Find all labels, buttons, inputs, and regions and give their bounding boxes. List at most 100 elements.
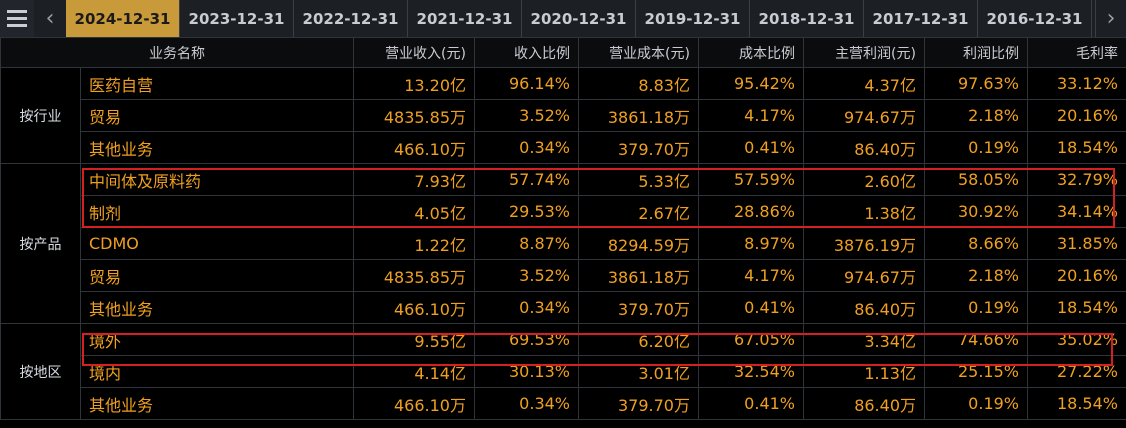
profit-ratio-cell: 97.63% <box>924 67 1028 100</box>
revenue-cell: 4835.85万 <box>353 259 475 292</box>
revenue-cell: 4.05亿 <box>353 195 475 228</box>
profit-cell: 974.67万 <box>803 259 925 292</box>
cost-ratio-cell: 32.54% <box>698 355 804 388</box>
revenue-ratio-cell: 3.52% <box>474 99 579 132</box>
cost-ratio-cell: 0.41% <box>698 291 804 324</box>
table-row[interactable]: 贸易 4835.85万 3.52% 3861.18万 4.17% 974.67万 2.18%… <box>1 99 1126 132</box>
business-name-cell: 制剂 <box>80 195 354 228</box>
chevron-right-icon[interactable]: › <box>1095 0 1126 37</box>
header-name[interactable]: 业务名称 <box>0 37 354 68</box>
profit-ratio-cell: 0.19% <box>924 291 1028 324</box>
revenue-ratio-cell: 30.13% <box>474 355 579 388</box>
cost-ratio-cell: 4.17% <box>698 259 804 292</box>
table-row[interactable]: 其他业务 466.10万 0.34% 379.70万 0.41% 86.40万 0.19% 1… <box>1 291 1126 324</box>
profit-ratio-cell: 74.66% <box>924 323 1028 356</box>
cost-ratio-cell: 95.42% <box>698 67 804 100</box>
profit-cell: 86.40万 <box>803 131 925 164</box>
business-name-cell: 中间体及原料药 <box>80 163 354 196</box>
cost-cell: 379.70万 <box>578 131 699 164</box>
header-revenue-ratio[interactable]: 收入比例 <box>474 37 579 68</box>
profit-cell: 2.60亿 <box>803 163 925 196</box>
cost-cell: 6.20亿 <box>578 323 699 356</box>
cost-ratio-cell: 8.97% <box>698 227 804 260</box>
chevron-left-icon[interactable]: ‹ <box>34 0 67 37</box>
gross-margin-cell: 33.12% <box>1027 67 1126 100</box>
tab-period[interactable]: 2017-12-31 <box>864 0 978 37</box>
table-row[interactable]: 制剂 4.05亿 29.53% 2.67亿 28.86% 1.38亿 30.92% 34.14… <box>1 195 1126 228</box>
table-row[interactable]: 按地区 境外 9.55亿 69.53% 6.20亿 67.05% 3.34亿 74.66% 35… <box>0 323 1126 420</box>
business-composition-table: 业务名称 营业收入(元) 收入比例 营业成本(元) 成本比例 主营利润(元) 利… <box>0 37 1126 420</box>
revenue-cell: 4835.85万 <box>353 99 475 132</box>
revenue-ratio-cell: 0.34% <box>474 131 579 164</box>
profit-cell: 4.37亿 <box>803 67 925 100</box>
cost-cell: 3.01亿 <box>578 355 699 388</box>
business-name-cell: CDMO <box>80 227 354 260</box>
period-tab-bar: ‹ 2024-12-31 2023-12-31 2022-12-31 2021-12-… <box>0 0 1126 38</box>
cost-ratio-cell: 4.17% <box>698 99 804 132</box>
cost-cell: 3861.18万 <box>578 99 699 132</box>
profit-cell: 86.40万 <box>803 291 925 324</box>
revenue-ratio-cell: 0.34% <box>474 291 579 324</box>
header-profit[interactable]: 主营利润(元) <box>803 37 925 68</box>
business-name-cell: 医药自营 <box>80 67 354 100</box>
profit-ratio-cell: 2.18% <box>924 99 1028 132</box>
tab-period[interactable]: 2019-12-31 <box>636 0 750 37</box>
cost-ratio-cell: 28.86% <box>698 195 804 228</box>
gross-margin-cell: 18.54% <box>1027 131 1126 164</box>
revenue-ratio-cell: 57.74% <box>474 163 579 196</box>
business-name-cell: 贸易 <box>80 259 354 292</box>
header-cost[interactable]: 营业成本(元) <box>578 37 699 68</box>
table-row[interactable]: 其他业务 466.10万 0.34% 379.70万 0.41% 86.40万 0.19% 1… <box>1 131 1126 164</box>
tab-period[interactable]: 2016-12-31 <box>978 0 1092 37</box>
cost-ratio-cell: 57.59% <box>698 163 804 196</box>
tab-period[interactable]: 2023-12-31 <box>180 0 294 37</box>
revenue-cell: 7.93亿 <box>353 163 475 196</box>
business-name-cell: 其他业务 <box>80 291 354 324</box>
business-name-cell: 境内 <box>80 355 354 388</box>
tab-period[interactable]: 2020-12-31 <box>522 0 636 37</box>
revenue-cell: 4.14亿 <box>353 355 475 388</box>
gross-margin-cell: 34.14% <box>1027 195 1126 228</box>
profit-cell: 3.34亿 <box>803 323 925 356</box>
revenue-cell: 466.10万 <box>353 291 475 324</box>
profit-ratio-cell: 0.19% <box>924 387 1028 420</box>
table-row[interactable]: 境内 4.14亿 30.13% 3.01亿 32.54% 1.13亿 25.15% 27.22… <box>1 355 1126 388</box>
profit-ratio-cell: 2.18% <box>924 259 1028 292</box>
cost-ratio-cell: 0.41% <box>698 131 804 164</box>
period-tabs: 2024-12-31 2023-12-31 2022-12-31 2021-12-31… <box>66 0 1092 37</box>
revenue-ratio-cell: 3.52% <box>474 259 579 292</box>
business-name-cell: 贸易 <box>80 99 354 132</box>
tab-period[interactable]: 2018-12-31 <box>750 0 864 37</box>
table-row[interactable]: 按行业 医药自营 13.20亿 96.14% 8.83亿 95.42% 4.37亿 97.63… <box>0 67 1126 164</box>
cost-ratio-cell: 0.41% <box>698 387 804 420</box>
header-gross-margin[interactable]: 毛利率 <box>1027 37 1126 68</box>
gross-margin-cell: 27.22% <box>1027 355 1126 388</box>
revenue-cell: 466.10万 <box>353 131 475 164</box>
profit-cell: 86.40万 <box>803 387 925 420</box>
group-label-product: 按产品 <box>0 163 81 324</box>
header-revenue[interactable]: 营业收入(元) <box>353 37 475 68</box>
revenue-ratio-cell: 69.53% <box>474 323 579 356</box>
table-row[interactable]: 其他业务 466.10万 0.34% 379.70万 0.41% 86.40万 0.19% 1… <box>1 387 1126 420</box>
menu-icon[interactable] <box>0 0 35 37</box>
tab-period[interactable]: 2021-12-31 <box>408 0 522 37</box>
tab-period[interactable]: 2022-12-31 <box>294 0 408 37</box>
gross-margin-cell: 18.54% <box>1027 291 1126 324</box>
business-name-cell: 其他业务 <box>80 387 354 420</box>
header-profit-ratio[interactable]: 利润比例 <box>924 37 1028 68</box>
header-cost-ratio[interactable]: 成本比例 <box>698 37 804 68</box>
cost-cell: 379.70万 <box>578 387 699 420</box>
table-row[interactable]: 按产品 中间体及原料药 7.93亿 57.74% 5.33亿 57.59% 2.60亿 58.… <box>0 163 1126 324</box>
gross-margin-cell: 35.02% <box>1027 323 1126 356</box>
profit-ratio-cell: 0.19% <box>924 131 1028 164</box>
revenue-ratio-cell: 96.14% <box>474 67 579 100</box>
table-row[interactable]: 贸易 4835.85万 3.52% 3861.18万 4.17% 974.67万 2.18%… <box>1 259 1126 292</box>
table-row[interactable]: CDMO 1.22亿 8.87% 8294.59万 8.97% 3876.19万 8.66%… <box>1 227 1126 260</box>
tab-period[interactable]: 2024-12-31 <box>66 0 180 37</box>
profit-ratio-cell: 25.15% <box>924 355 1028 388</box>
revenue-cell: 9.55亿 <box>353 323 475 356</box>
cost-cell: 8.83亿 <box>578 67 699 100</box>
revenue-cell: 1.22亿 <box>353 227 475 260</box>
table-header-row: 业务名称 营业收入(元) 收入比例 营业成本(元) 成本比例 主营利润(元) 利… <box>0 37 1126 68</box>
gross-margin-cell: 32.79% <box>1027 163 1126 196</box>
